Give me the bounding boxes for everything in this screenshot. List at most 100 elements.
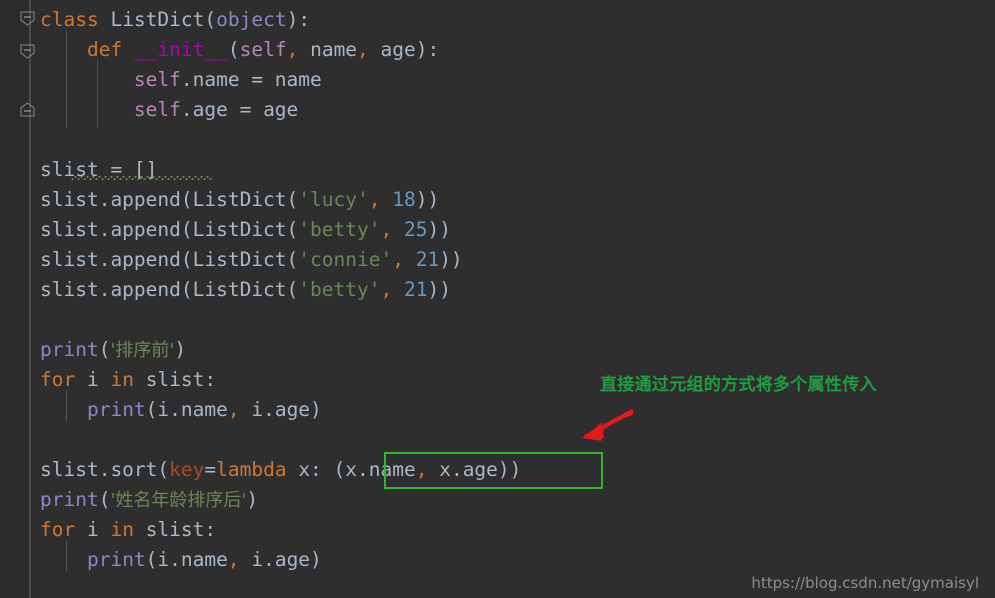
token-builtin-print: print [86,548,146,571]
token-var-slist: slist: [133,368,217,391]
code-line-14[interactable]: print(i.name, i.age) [40,395,322,425]
fold-collapse-init-icon[interactable] [20,44,35,59]
code-line-9[interactable]: slist.append(ListDict('connie', 21)) [40,245,463,275]
token-number-18: 18 [392,188,416,211]
token-builtin-print: print [86,398,146,421]
token-comma: , [380,218,393,241]
token-number-21: 21 [415,248,440,271]
token-paren: )) [415,188,440,211]
token-paren: ) [246,488,259,511]
token-paren: )) [427,278,451,301]
token-paren-colon: ): [415,38,440,61]
code-line-17[interactable]: print('姓名年龄排序后') [40,485,258,515]
token-param-age: age [368,38,416,61]
token-paren: ( [227,38,240,61]
token-comma: , [286,38,299,61]
fold-rail [29,0,30,598]
unused-variable-squiggle [71,176,212,180]
code-editor[interactable]: class ListDict(object): def __init__(sel… [0,0,995,598]
token-paren-colon: ): [286,8,311,31]
fold-collapse-end-icon[interactable] [20,102,35,117]
token-attr-name: .name = name [180,68,322,91]
token-keyword-def: def [86,38,123,61]
code-line-8[interactable]: slist.append(ListDict('betty', 25)) [40,215,451,245]
code-line-7[interactable]: slist.append(ListDict('lucy', 18)) [40,185,439,215]
indent-guide [97,60,98,128]
token-string-betty2: 'betty' [298,278,381,301]
token-classname-listdict: ListDict [110,8,205,31]
token-self: self [133,68,181,91]
watermark-url: https://blog.csdn.net/gymaisyl [751,574,979,592]
token-kwarg-key: key [169,458,205,481]
token-string-after-sort: '姓名年龄排序后' [110,490,247,511]
token-comma: , [368,188,381,211]
token-paren: ( [98,488,111,511]
annotation-arrow-icon [582,409,634,441]
token-self: self [239,38,287,61]
token-var-slist: slist: [133,518,217,541]
code-line-6[interactable]: slist = [] [40,155,157,185]
token-args: (i.name [145,548,228,571]
token-attr-age: .age = age [180,98,299,121]
token-args: (i.name [145,398,228,421]
token-param-name: name [298,38,358,61]
token-string-connie: 'connie' [298,248,393,271]
token-number-21b: 21 [403,278,428,301]
token-var-i: i [75,518,111,541]
indent-guide [66,390,67,422]
indent-guide [66,540,67,572]
token-comma: , [392,248,404,271]
token-paren: ( [98,338,111,361]
annotation-label: 直接通过元组的方式将多个属性传入 [600,375,877,395]
code-line-10[interactable]: slist.append(ListDict('betty', 21)) [40,275,451,305]
token-comma: , [227,398,240,421]
token-comma: , [357,38,369,61]
indent-guide [66,30,67,128]
token-keyword-class: class [40,8,99,31]
token-string-betty: 'betty' [298,218,381,241]
code-line-19[interactable]: print(i.name, i.age) [40,545,322,575]
editor-gutter[interactable] [0,0,30,598]
fold-collapse-class-icon[interactable] [20,11,35,26]
code-line-12[interactable]: print('排序前') [40,335,186,365]
token-args2: i.age) [239,398,322,421]
token-call-append: slist.append(ListDict( [40,248,299,271]
token-paren: )) [427,218,451,241]
token-self: self [133,98,181,121]
token-call-sort: slist.sort( [40,458,170,481]
gutter-separator [30,0,31,598]
token-paren: ( [204,8,217,31]
token-var-i: i [75,368,111,391]
token-comma: , [380,278,393,301]
token-keyword-lambda: lambda [216,458,287,481]
token-string-before-sort: '排序前' [110,340,175,361]
token-number-25: 25 [403,218,428,241]
token-equals: = [204,458,217,481]
code-surface[interactable]: class ListDict(object): def __init__(sel… [31,0,995,598]
token-builtin-print: print [40,338,99,361]
token-keyword-in: in [110,368,134,391]
code-line-3[interactable]: self.name = name [40,65,322,95]
token-function-init: __init__ [133,38,228,61]
token-call-append: slist.append(ListDict( [40,218,299,241]
token-builtin-object: object [216,8,287,31]
token-call-append: slist.append(ListDict( [40,188,299,211]
code-line-1[interactable]: class ListDict(object): [40,5,310,35]
token-call-append: slist.append(ListDict( [40,278,299,301]
code-line-4[interactable]: self.age = age [40,95,298,125]
token-builtin-print: print [40,488,99,511]
annotation-highlight-box [384,452,603,489]
code-line-2[interactable]: def __init__(self, name, age): [40,35,439,65]
token-string-lucy: 'lucy' [298,188,369,211]
token-keyword-for: for [40,518,76,541]
